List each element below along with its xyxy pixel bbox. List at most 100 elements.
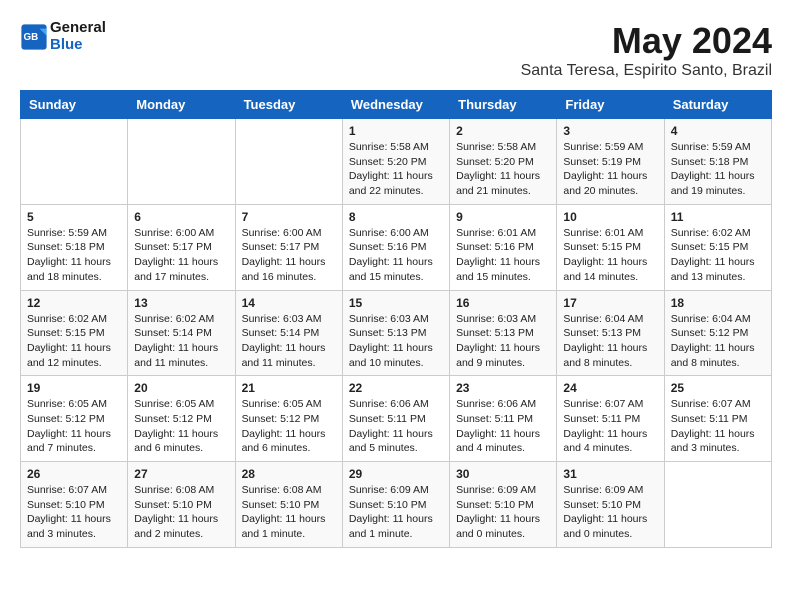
day-number: 10 <box>563 210 657 224</box>
calendar-cell: 10 Sunrise: 6:01 AMSunset: 5:15 PMDayligh… <box>557 204 664 290</box>
day-info: Sunrise: 5:59 AMSunset: 5:18 PMDaylight:… <box>671 140 765 199</box>
calendar-table: SundayMondayTuesdayWednesdayThursdayFrid… <box>20 90 772 548</box>
day-number: 3 <box>563 124 657 138</box>
day-number: 29 <box>349 467 443 481</box>
day-number: 27 <box>134 467 228 481</box>
day-info: Sunrise: 6:00 AMSunset: 5:17 PMDaylight:… <box>134 226 228 285</box>
weekday-header-saturday: Saturday <box>664 91 771 119</box>
day-info: Sunrise: 6:09 AMSunset: 5:10 PMDaylight:… <box>563 483 657 542</box>
day-number: 12 <box>27 296 121 310</box>
day-info: Sunrise: 6:03 AMSunset: 5:14 PMDaylight:… <box>242 312 336 371</box>
day-info: Sunrise: 6:02 AMSunset: 5:15 PMDaylight:… <box>27 312 121 371</box>
calendar-cell <box>664 462 771 548</box>
day-number: 31 <box>563 467 657 481</box>
day-number: 14 <box>242 296 336 310</box>
calendar-cell: 2 Sunrise: 5:58 AMSunset: 5:20 PMDaylight… <box>450 119 557 205</box>
calendar-cell: 8 Sunrise: 6:00 AMSunset: 5:16 PMDaylight… <box>342 204 449 290</box>
title-section: May 2024 Santa Teresa, Espirito Santo, B… <box>521 20 772 80</box>
day-number: 16 <box>456 296 550 310</box>
day-number: 2 <box>456 124 550 138</box>
day-info: Sunrise: 6:08 AMSunset: 5:10 PMDaylight:… <box>134 483 228 542</box>
day-number: 1 <box>349 124 443 138</box>
day-info: Sunrise: 6:07 AMSunset: 5:11 PMDaylight:… <box>563 397 657 456</box>
day-info: Sunrise: 6:06 AMSunset: 5:11 PMDaylight:… <box>349 397 443 456</box>
calendar-cell <box>128 119 235 205</box>
calendar-cell: 17Sunrise: 6:04 AMSunset: 5:13 PMDayligh… <box>557 290 664 376</box>
calendar-week-row: 1 Sunrise: 5:58 AMSunset: 5:20 PMDaylight… <box>21 119 772 205</box>
day-number: 19 <box>27 381 121 395</box>
day-info: Sunrise: 6:01 AMSunset: 5:15 PMDaylight:… <box>563 226 657 285</box>
calendar-cell: 3 Sunrise: 5:59 AMSunset: 5:19 PMDaylight… <box>557 119 664 205</box>
calendar-cell: 12 Sunrise: 6:02 AMSunset: 5:15 PMDayligh… <box>21 290 128 376</box>
day-info: Sunrise: 6:07 AMSunset: 5:11 PMDaylight:… <box>671 397 765 456</box>
day-number: 8 <box>349 210 443 224</box>
day-info: Sunrise: 6:00 AMSunset: 5:17 PMDaylight:… <box>242 226 336 285</box>
day-number: 28 <box>242 467 336 481</box>
day-info: Sunrise: 6:05 AMSunset: 5:12 PMDaylight:… <box>242 397 336 456</box>
calendar-cell: 4Sunrise: 5:59 AMSunset: 5:18 PMDaylight… <box>664 119 771 205</box>
calendar-cell: 1 Sunrise: 5:58 AMSunset: 5:20 PMDaylight… <box>342 119 449 205</box>
day-info: Sunrise: 6:02 AMSunset: 5:15 PMDaylight:… <box>671 226 765 285</box>
page-header: GB General Blue May 2024 Santa Teresa, E… <box>20 20 772 80</box>
weekday-header-row: SundayMondayTuesdayWednesdayThursdayFrid… <box>21 91 772 119</box>
weekday-header-friday: Friday <box>557 91 664 119</box>
day-info: Sunrise: 6:04 AMSunset: 5:13 PMDaylight:… <box>563 312 657 371</box>
day-number: 7 <box>242 210 336 224</box>
logo-icon: GB <box>20 23 48 51</box>
day-number: 9 <box>456 210 550 224</box>
calendar-cell: 11 Sunrise: 6:02 AMSunset: 5:15 PMDayligh… <box>664 204 771 290</box>
day-number: 26 <box>27 467 121 481</box>
day-info: Sunrise: 5:58 AMSunset: 5:20 PMDaylight:… <box>456 140 550 199</box>
day-info: Sunrise: 6:03 AMSunset: 5:13 PMDaylight:… <box>349 312 443 371</box>
weekday-header-monday: Monday <box>128 91 235 119</box>
calendar-cell: 28 Sunrise: 6:08 AMSunset: 5:10 PMDayligh… <box>235 462 342 548</box>
day-info: Sunrise: 6:03 AMSunset: 5:13 PMDaylight:… <box>456 312 550 371</box>
calendar-cell: 27 Sunrise: 6:08 AMSunset: 5:10 PMDayligh… <box>128 462 235 548</box>
calendar-cell <box>21 119 128 205</box>
day-info: Sunrise: 6:09 AMSunset: 5:10 PMDaylight:… <box>456 483 550 542</box>
day-info: Sunrise: 5:58 AMSunset: 5:20 PMDaylight:… <box>349 140 443 199</box>
weekday-header-tuesday: Tuesday <box>235 91 342 119</box>
calendar-cell: 6Sunrise: 6:00 AMSunset: 5:17 PMDaylight… <box>128 204 235 290</box>
calendar-cell <box>235 119 342 205</box>
day-info: Sunrise: 6:05 AMSunset: 5:12 PMDaylight:… <box>27 397 121 456</box>
calendar-week-row: 19 Sunrise: 6:05 AMSunset: 5:12 PMDayligh… <box>21 376 772 462</box>
day-info: Sunrise: 6:02 AMSunset: 5:14 PMDaylight:… <box>134 312 228 371</box>
calendar-cell: 26Sunrise: 6:07 AMSunset: 5:10 PMDayligh… <box>21 462 128 548</box>
day-info: Sunrise: 6:05 AMSunset: 5:12 PMDaylight:… <box>134 397 228 456</box>
weekday-header-sunday: Sunday <box>21 91 128 119</box>
weekday-header-thursday: Thursday <box>450 91 557 119</box>
calendar-cell: 5Sunrise: 5:59 AMSunset: 5:18 PMDaylight… <box>21 204 128 290</box>
day-number: 23 <box>456 381 550 395</box>
day-number: 11 <box>671 210 765 224</box>
calendar-cell: 20 Sunrise: 6:05 AMSunset: 5:12 PMDayligh… <box>128 376 235 462</box>
day-info: Sunrise: 6:09 AMSunset: 5:10 PMDaylight:… <box>349 483 443 542</box>
day-number: 15 <box>349 296 443 310</box>
calendar-cell: 31 Sunrise: 6:09 AMSunset: 5:10 PMDayligh… <box>557 462 664 548</box>
calendar-cell: 25 Sunrise: 6:07 AMSunset: 5:11 PMDayligh… <box>664 376 771 462</box>
calendar-cell: 24Sunrise: 6:07 AMSunset: 5:11 PMDayligh… <box>557 376 664 462</box>
calendar-cell: 16 Sunrise: 6:03 AMSunset: 5:13 PMDayligh… <box>450 290 557 376</box>
day-info: Sunrise: 6:08 AMSunset: 5:10 PMDaylight:… <box>242 483 336 542</box>
day-number: 20 <box>134 381 228 395</box>
calendar-cell: 19 Sunrise: 6:05 AMSunset: 5:12 PMDayligh… <box>21 376 128 462</box>
day-number: 25 <box>671 381 765 395</box>
calendar-cell: 29 Sunrise: 6:09 AMSunset: 5:10 PMDayligh… <box>342 462 449 548</box>
calendar-week-row: 12 Sunrise: 6:02 AMSunset: 5:15 PMDayligh… <box>21 290 772 376</box>
calendar-cell: 9 Sunrise: 6:01 AMSunset: 5:16 PMDaylight… <box>450 204 557 290</box>
day-info: Sunrise: 5:59 AMSunset: 5:19 PMDaylight:… <box>563 140 657 199</box>
day-number: 5 <box>27 210 121 224</box>
day-info: Sunrise: 6:00 AMSunset: 5:16 PMDaylight:… <box>349 226 443 285</box>
day-number: 30 <box>456 467 550 481</box>
logo: GB General Blue <box>20 20 106 53</box>
calendar-cell: 15 Sunrise: 6:03 AMSunset: 5:13 PMDayligh… <box>342 290 449 376</box>
calendar-cell: 30 Sunrise: 6:09 AMSunset: 5:10 PMDayligh… <box>450 462 557 548</box>
day-info: Sunrise: 6:01 AMSunset: 5:16 PMDaylight:… <box>456 226 550 285</box>
day-number: 21 <box>242 381 336 395</box>
calendar-cell: 22Sunrise: 6:06 AMSunset: 5:11 PMDayligh… <box>342 376 449 462</box>
day-info: Sunrise: 6:06 AMSunset: 5:11 PMDaylight:… <box>456 397 550 456</box>
calendar-cell: 18Sunrise: 6:04 AMSunset: 5:12 PMDayligh… <box>664 290 771 376</box>
logo-text: General Blue <box>50 20 106 53</box>
svg-text:GB: GB <box>24 31 39 42</box>
calendar-cell: 23 Sunrise: 6:06 AMSunset: 5:11 PMDayligh… <box>450 376 557 462</box>
